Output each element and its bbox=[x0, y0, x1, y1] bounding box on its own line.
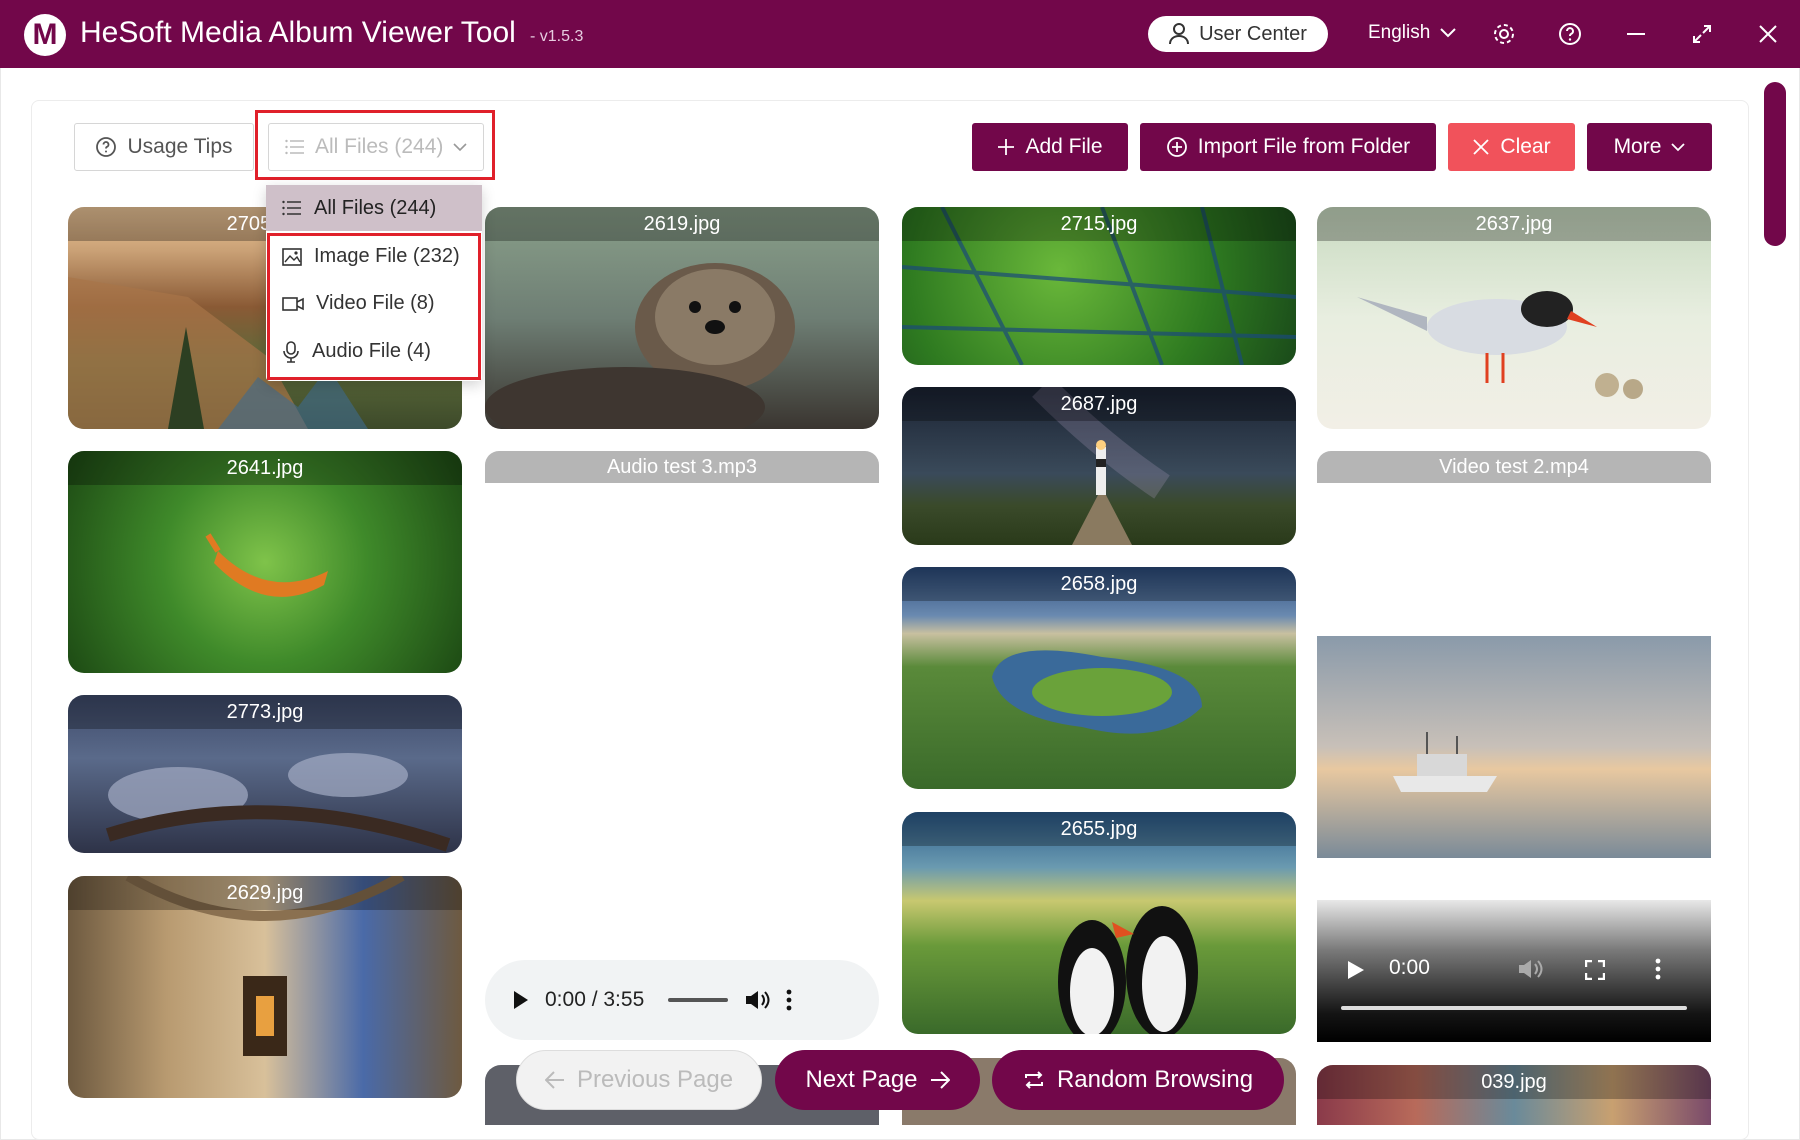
gear-icon[interactable] bbox=[1492, 22, 1516, 46]
media-card-title: 039.jpg bbox=[1317, 1065, 1711, 1099]
add-file-button[interactable]: Add File bbox=[972, 123, 1128, 171]
play-icon[interactable] bbox=[1347, 960, 1365, 980]
user-center-label: User Center bbox=[1199, 22, 1307, 45]
more-vertical-icon[interactable] bbox=[1655, 958, 1661, 980]
audio-progress-bar[interactable] bbox=[668, 998, 729, 1002]
more-vertical-icon[interactable] bbox=[786, 989, 792, 1011]
import-folder-label: Import File from Folder bbox=[1197, 135, 1411, 158]
media-card[interactable]: 2655.jpg bbox=[902, 812, 1296, 1034]
volume-icon[interactable] bbox=[744, 989, 770, 1011]
media-card[interactable]: 2715.jpg bbox=[902, 207, 1296, 365]
audio-player[interactable]: 0:00 / 3:55 bbox=[485, 960, 879, 1040]
plus-circle-icon bbox=[1166, 137, 1187, 157]
filter-highlight-box bbox=[255, 110, 495, 180]
media-card[interactable]: 2637.jpg bbox=[1317, 207, 1711, 429]
shuffle-icon bbox=[1024, 1071, 1043, 1089]
media-card[interactable]: 2687.jpg bbox=[902, 387, 1296, 545]
media-card-title: 2715.jpg bbox=[902, 207, 1296, 241]
video-progress-bar[interactable] bbox=[1341, 1006, 1687, 1010]
clear-label: Clear bbox=[1500, 135, 1551, 158]
dropdown-item-all-files[interactable]: All Files (244) bbox=[266, 185, 482, 231]
plus-icon bbox=[998, 139, 1015, 155]
media-card-title: 2641.jpg bbox=[68, 451, 462, 485]
dropdown-item-label: All Files (244) bbox=[314, 196, 437, 219]
video-preview[interactable] bbox=[1317, 636, 1711, 858]
language-label: English bbox=[1368, 22, 1431, 43]
dropdown-highlight-box bbox=[267, 233, 481, 380]
media-card-title: 2629.jpg bbox=[68, 876, 462, 910]
user-icon bbox=[1169, 23, 1190, 45]
media-card[interactable]: 2619.jpg bbox=[485, 207, 879, 429]
app-version: - v1.5.3 bbox=[530, 28, 584, 45]
minimize-icon[interactable] bbox=[1624, 22, 1648, 46]
import-folder-button[interactable]: Import File from Folder bbox=[1140, 123, 1436, 171]
language-select[interactable]: English bbox=[1368, 22, 1457, 44]
media-card[interactable]: 039.jpg bbox=[1317, 1065, 1711, 1125]
random-browsing-label: Random Browsing bbox=[1056, 1066, 1254, 1093]
question-circle-icon bbox=[96, 137, 117, 157]
media-card[interactable]: 2658.jpg bbox=[902, 567, 1296, 789]
app-title: HeSoft Media Album Viewer Tool bbox=[80, 16, 516, 49]
media-card[interactable]: 2641.jpg bbox=[68, 451, 462, 673]
previous-page-button[interactable]: Previous Page bbox=[516, 1050, 762, 1110]
media-card-title: 2619.jpg bbox=[485, 207, 879, 241]
clear-button[interactable]: Clear bbox=[1448, 123, 1575, 171]
previous-page-label: Previous Page bbox=[576, 1066, 734, 1093]
x-icon bbox=[1473, 139, 1490, 155]
add-file-label: Add File bbox=[1025, 135, 1103, 158]
arrow-left-icon bbox=[544, 1071, 564, 1089]
scrollbar-thumb[interactable] bbox=[1764, 82, 1786, 246]
arrow-right-icon bbox=[930, 1071, 950, 1089]
play-icon[interactable] bbox=[513, 990, 529, 1010]
maximize-icon[interactable] bbox=[1690, 22, 1714, 46]
audio-time: 0:00 / 3:55 bbox=[545, 988, 645, 1011]
video-time: 0:00 bbox=[1389, 956, 1430, 979]
media-card[interactable]: 2773.jpg bbox=[68, 695, 462, 853]
random-browsing-button[interactable]: Random Browsing bbox=[992, 1050, 1284, 1110]
usage-tips-button[interactable]: Usage Tips bbox=[74, 123, 254, 171]
volume-icon[interactable] bbox=[1517, 958, 1543, 980]
close-icon[interactable] bbox=[1756, 22, 1780, 46]
media-card-title: 2773.jpg bbox=[68, 695, 462, 729]
media-card-title: 2658.jpg bbox=[902, 567, 1296, 601]
fullscreen-icon[interactable] bbox=[1585, 960, 1605, 980]
title-bar: M HeSoft Media Album Viewer Tool - v1.5.… bbox=[0, 0, 1800, 68]
app-logo: M bbox=[24, 14, 66, 56]
media-card-title: Video test 2.mp4 bbox=[1317, 451, 1711, 483]
media-card-title: 2687.jpg bbox=[902, 387, 1296, 421]
media-card-title: Audio test 3.mp3 bbox=[485, 451, 879, 483]
usage-tips-label: Usage Tips bbox=[127, 135, 233, 158]
media-card[interactable]: 2629.jpg bbox=[68, 876, 462, 1098]
chevron-down-icon bbox=[1671, 142, 1686, 151]
video-controls[interactable]: 0:00 bbox=[1317, 900, 1711, 1042]
list-icon bbox=[282, 200, 301, 216]
next-page-button[interactable]: Next Page bbox=[775, 1050, 980, 1110]
more-label: More bbox=[1613, 135, 1662, 158]
next-page-label: Next Page bbox=[805, 1066, 918, 1093]
media-card-title: 2655.jpg bbox=[902, 812, 1296, 846]
user-center-button[interactable]: User Center bbox=[1148, 16, 1328, 52]
chevron-down-icon bbox=[1440, 28, 1457, 38]
help-icon[interactable] bbox=[1558, 22, 1582, 46]
media-card-title: 2637.jpg bbox=[1317, 207, 1711, 241]
more-button[interactable]: More bbox=[1587, 123, 1712, 171]
